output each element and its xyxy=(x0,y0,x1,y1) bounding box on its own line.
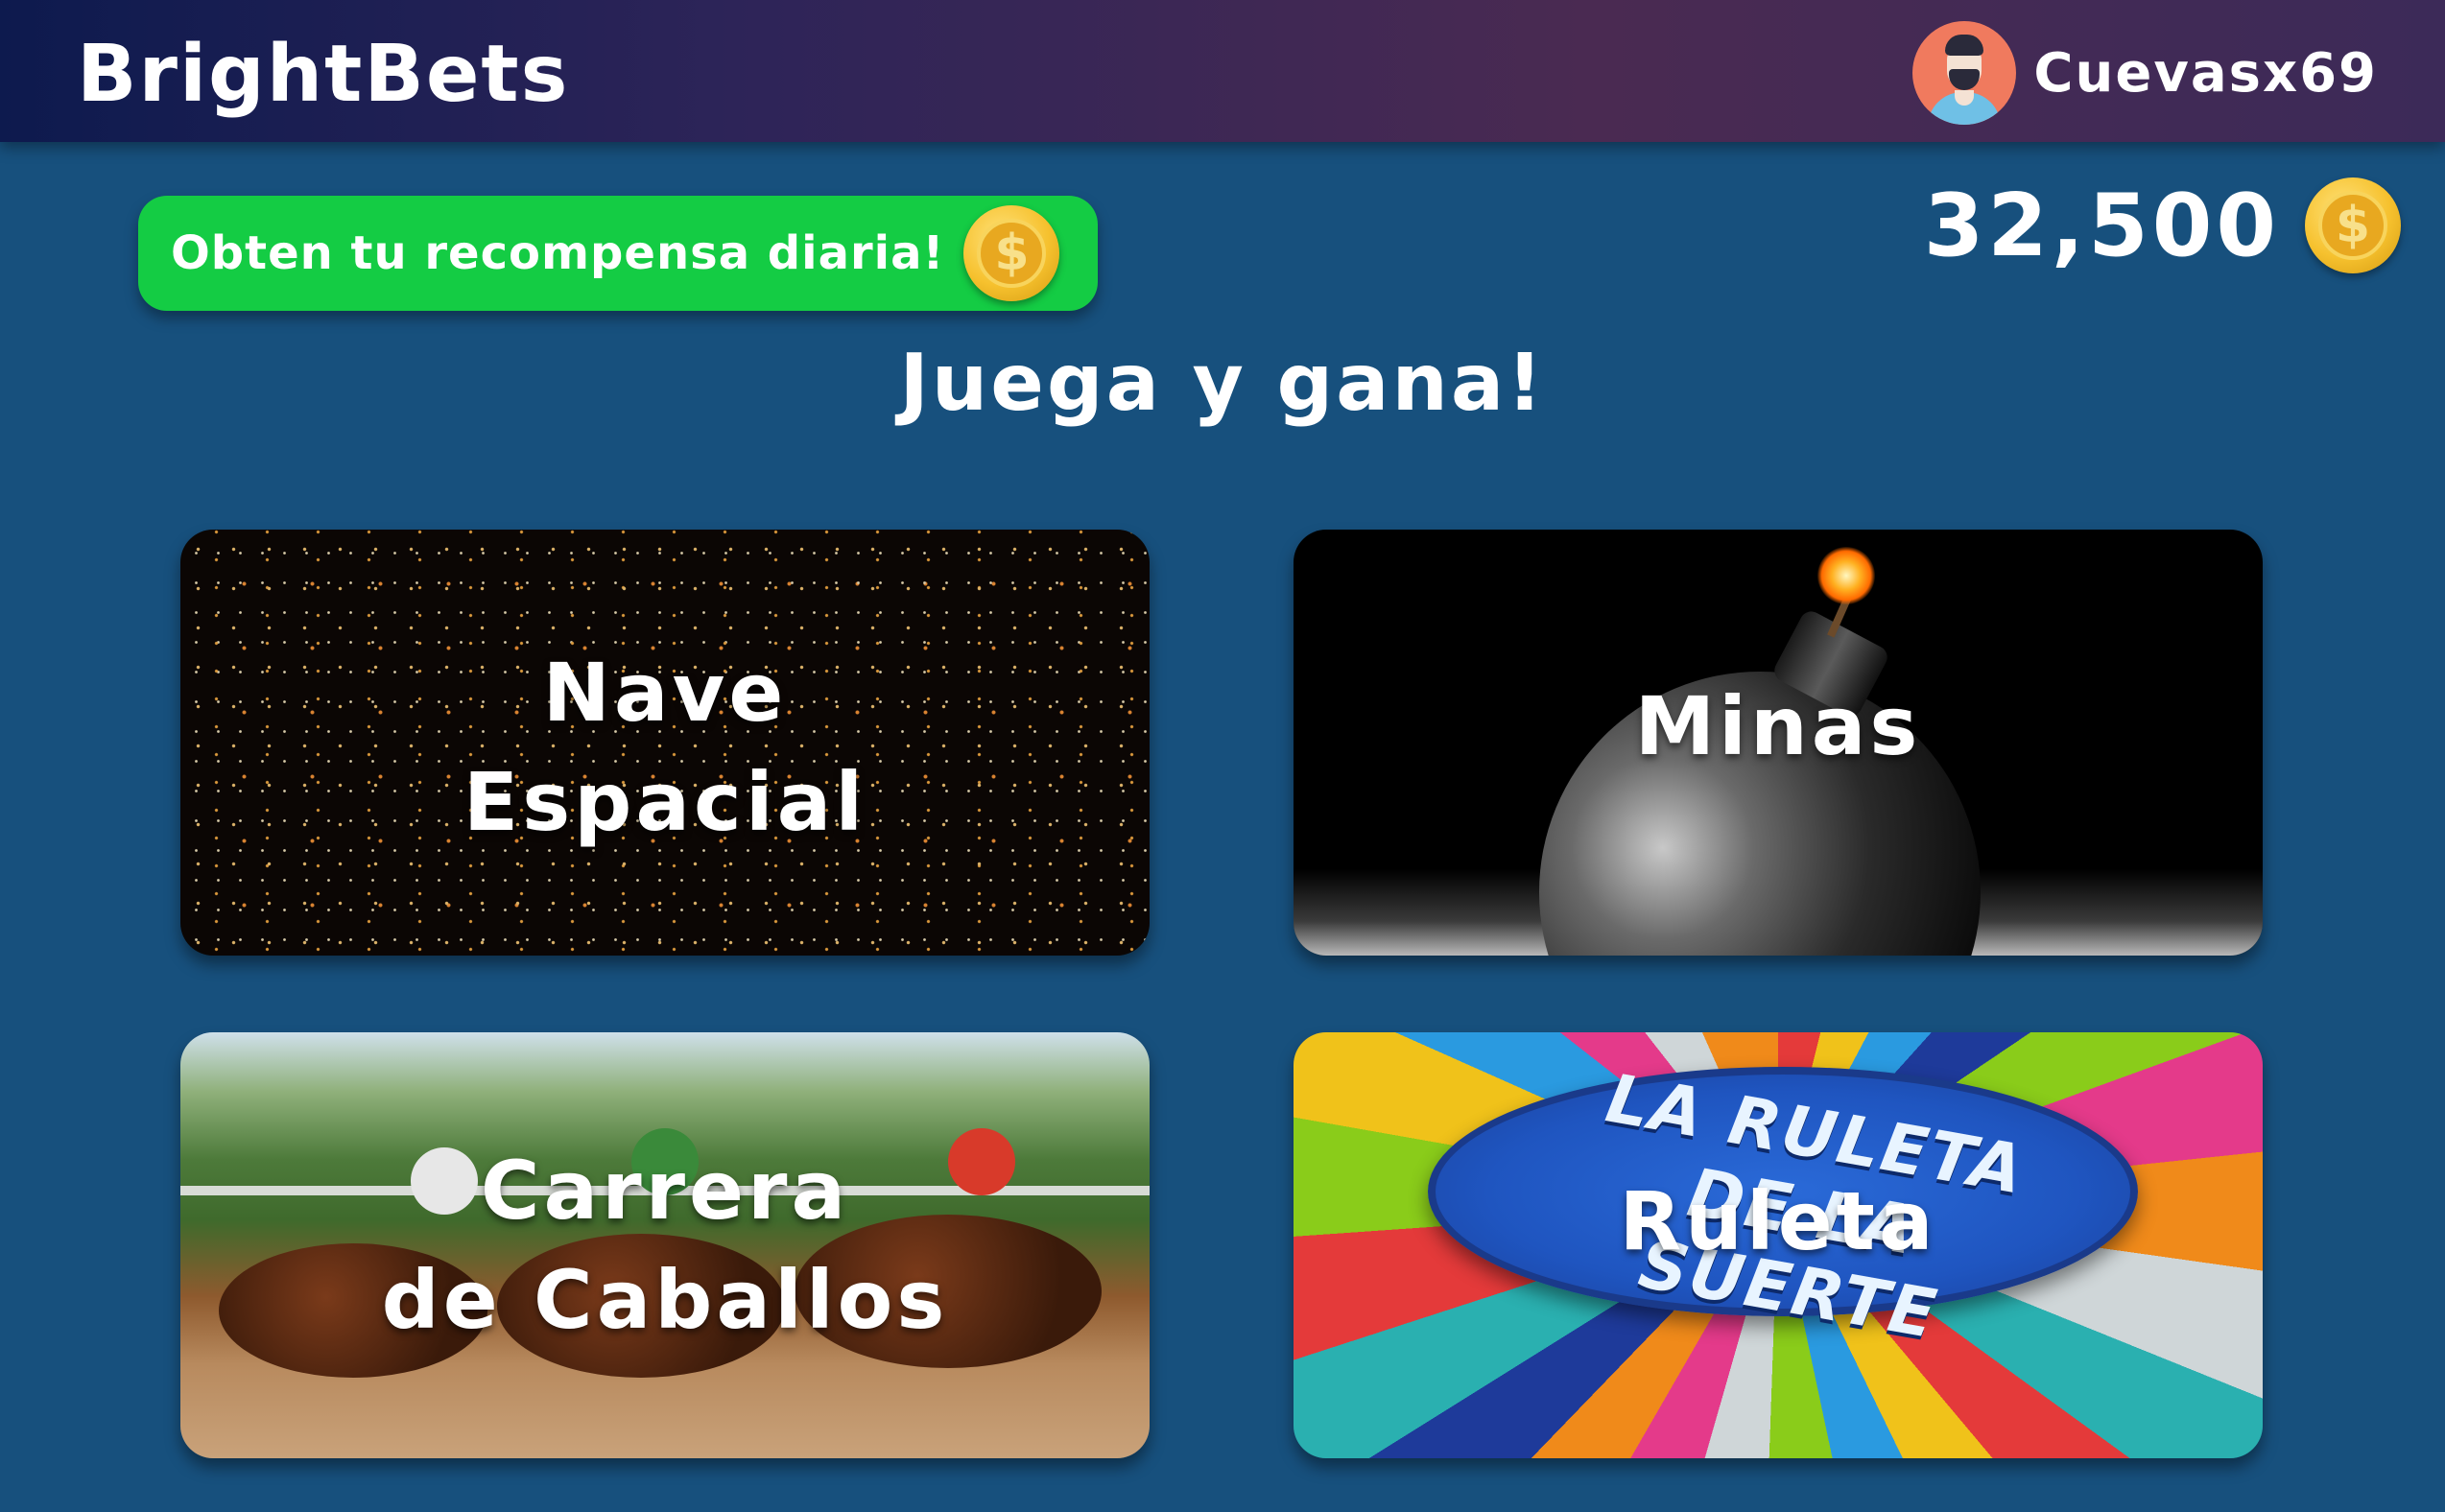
user-profile[interactable]: Cuevasx69 xyxy=(1912,21,2378,125)
daily-reward-button[interactable]: Obten tu recompensa diaria! $ xyxy=(138,196,1098,311)
game-card-nave-espacial[interactable]: Nave Espacial xyxy=(180,530,1150,956)
page-headline: Juega y gana! xyxy=(899,338,1546,429)
top-bar: BrightBets Cuevasx69 xyxy=(0,0,2445,142)
brand-logo[interactable]: BrightBets xyxy=(77,29,569,120)
username[interactable]: Cuevasx69 xyxy=(2033,42,2378,105)
balance-amount: 32,500 xyxy=(1923,175,2280,276)
game-title: Carrera de Caballos xyxy=(381,1143,949,1347)
game-card-ruleta[interactable]: LA RULETA DE LA SUERTE Ruleta xyxy=(1294,1032,2263,1458)
game-title: Minas xyxy=(1634,679,1922,773)
user-avatar-icon[interactable] xyxy=(1912,21,2017,125)
dollar-coin-icon: $ xyxy=(2305,177,2401,273)
game-title: Ruleta xyxy=(1619,1174,1937,1268)
daily-reward-label: Obten tu recompensa diaria! xyxy=(171,226,945,280)
game-card-minas[interactable]: Minas xyxy=(1294,530,2263,956)
game-title: Nave Espacial xyxy=(463,645,867,849)
game-card-carrera-de-caballos[interactable]: Carrera de Caballos xyxy=(180,1032,1150,1458)
dollar-coin-icon: $ xyxy=(963,205,1060,301)
coin-balance: 32,500 $ xyxy=(1924,173,2401,278)
